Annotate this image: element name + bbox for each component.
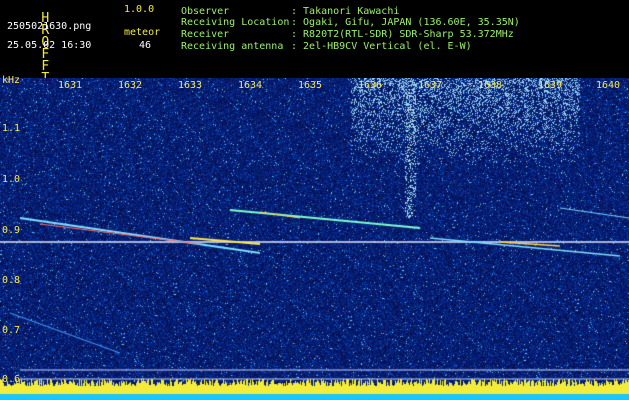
info-label-antenna: Receiving antenna [181,41,284,52]
header: H R O F F T 1.0.0 2505021630.png meteor … [0,0,629,85]
info-label-location: Receiving Location [181,17,290,28]
app-version: 1.0.0 [124,4,155,15]
info-value-antenna: : 2el-HB9CV Vertical (el. E-W) [291,41,472,52]
info-value-receiver: : R820T2(RTL-SDR) SDR-Sharp 53.372MHz [291,29,514,40]
info-label-receiver: Receiver [181,29,230,40]
date-time: 25.05.02 16:30 [7,40,92,51]
spectrogram [0,78,629,400]
meteor-label: meteor [124,27,161,38]
info-value-location: : Ogaki, Gifu, JAPAN (136.60E, 35.35N) [291,17,520,28]
meteor-count: 46 [139,40,152,51]
file-name: 2505021630.png [7,21,92,32]
